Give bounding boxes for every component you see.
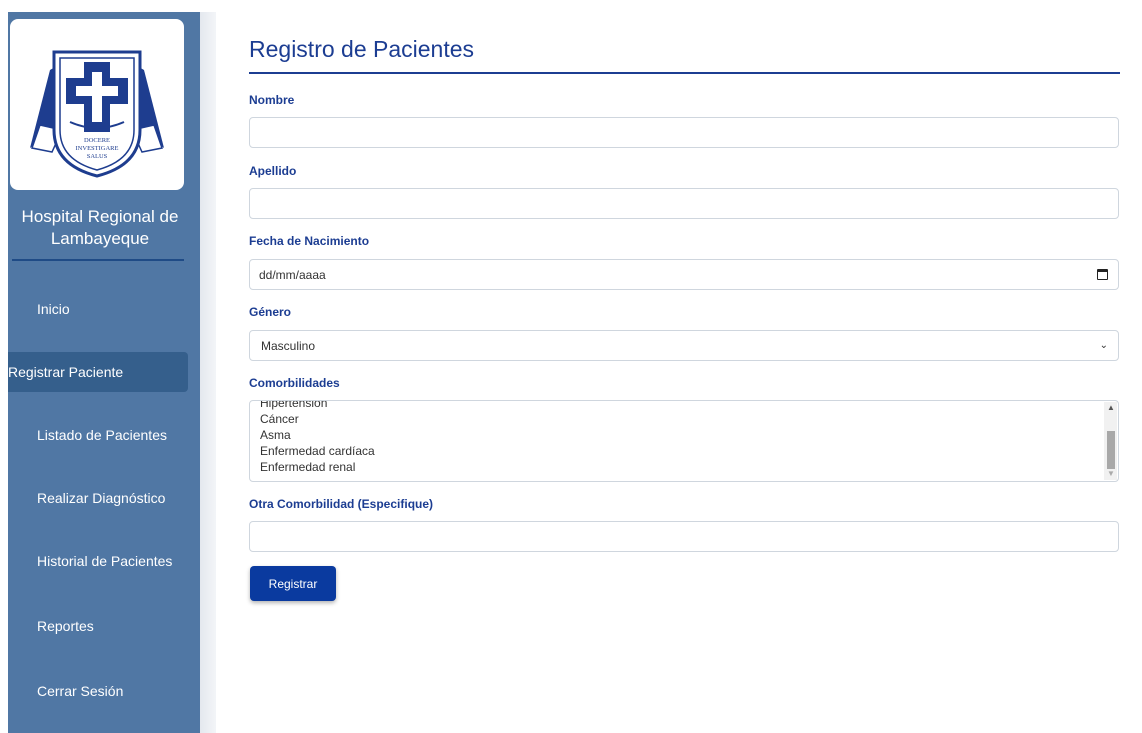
sidebar-item-label: Listado de Pacientes [37,427,167,443]
genero-select[interactable]: Masculino ⌄ [249,330,1119,361]
sidebar-item-label: Cerrar Sesión [37,683,124,699]
sidebar-item-label: Registrar Paciente [8,364,124,380]
logo-card: DOCERE INVESTIGARE SALUS [10,19,184,190]
sidebar-item-realizar-diagnostico[interactable]: Realizar Diagnóstico [8,478,188,518]
sidebar-item-cerrar-sesion[interactable]: Cerrar Sesión [8,671,188,711]
nombre-input[interactable] [249,117,1119,148]
hospital-divider [12,259,184,261]
genero-label: Género [249,305,292,319]
comorbilidades-options: Hipertensión Cáncer Asma Enfermedad card… [260,401,375,475]
hospital-name: Hospital Regional de Lambayeque [21,207,179,248]
title-divider [249,72,1120,74]
comorbilidades-listbox[interactable]: Hipertensión Cáncer Asma Enfermedad card… [249,400,1119,482]
listbox-scrollbar[interactable]: ▲ ▼ [1104,402,1117,480]
page-title: Registro de Pacientes [249,36,475,62]
sidebar-divider [200,12,216,733]
sidebar-item-label: Realizar Diagnóstico [37,490,166,506]
sidebar-item-label: Reportes [37,618,94,634]
list-item[interactable]: Hipertensión [260,401,375,411]
list-item[interactable]: Enfermedad renal [260,459,375,475]
otra-comorbilidad-label: Otra Comorbilidad (Especifique) [249,497,434,511]
registrar-button[interactable]: Registrar [250,566,336,601]
sidebar-item-label: Historial de Pacientes [37,553,173,569]
scrollbar-thumb[interactable] [1107,431,1115,469]
apellido-input[interactable] [249,188,1119,219]
chevron-down-icon: ⌄ [1099,340,1108,351]
otra-comorbilidad-input[interactable] [249,521,1119,552]
logo-motto-1: DOCERE [84,137,110,144]
sidebar-item-registrar-paciente[interactable]: Registrar Paciente [8,352,188,392]
sidebar-item-inicio[interactable]: Inicio [8,289,188,329]
apellido-label: Apellido [249,164,297,178]
logo-motto-2: INVESTIGARE [76,145,119,152]
calendar-icon[interactable] [1097,269,1108,280]
fecha-nacimiento-input[interactable]: dd/mm/aaaa [249,259,1119,290]
list-item[interactable]: Asma [260,427,375,443]
list-item[interactable]: Enfermedad cardíaca [260,443,375,459]
genero-selected-value: Masculino [261,338,316,353]
hospital-shield-logo: DOCERE INVESTIGARE SALUS [30,50,164,178]
sidebar-item-label: Inicio [37,301,70,317]
comorbilidades-label: Comorbilidades [249,376,340,390]
scroll-up-icon[interactable]: ▲ [1107,404,1115,412]
sidebar-item-listado-pacientes[interactable]: Listado de Pacientes [8,415,188,455]
nombre-label: Nombre [249,93,295,107]
sidebar: DOCERE INVESTIGARE SALUS Hospital Region… [0,0,216,733]
sidebar-item-reportes[interactable]: Reportes [8,606,188,646]
logo-motto-3: SALUS [87,153,108,160]
sidebar-item-historial-pacientes[interactable]: Historial de Pacientes [8,541,188,581]
fecha-placeholder: dd/mm/aaaa [259,267,326,282]
scroll-down-icon[interactable]: ▼ [1107,470,1115,478]
fecha-nacimiento-label: Fecha de Nacimiento [249,234,370,248]
list-item[interactable]: Cáncer [260,411,375,427]
